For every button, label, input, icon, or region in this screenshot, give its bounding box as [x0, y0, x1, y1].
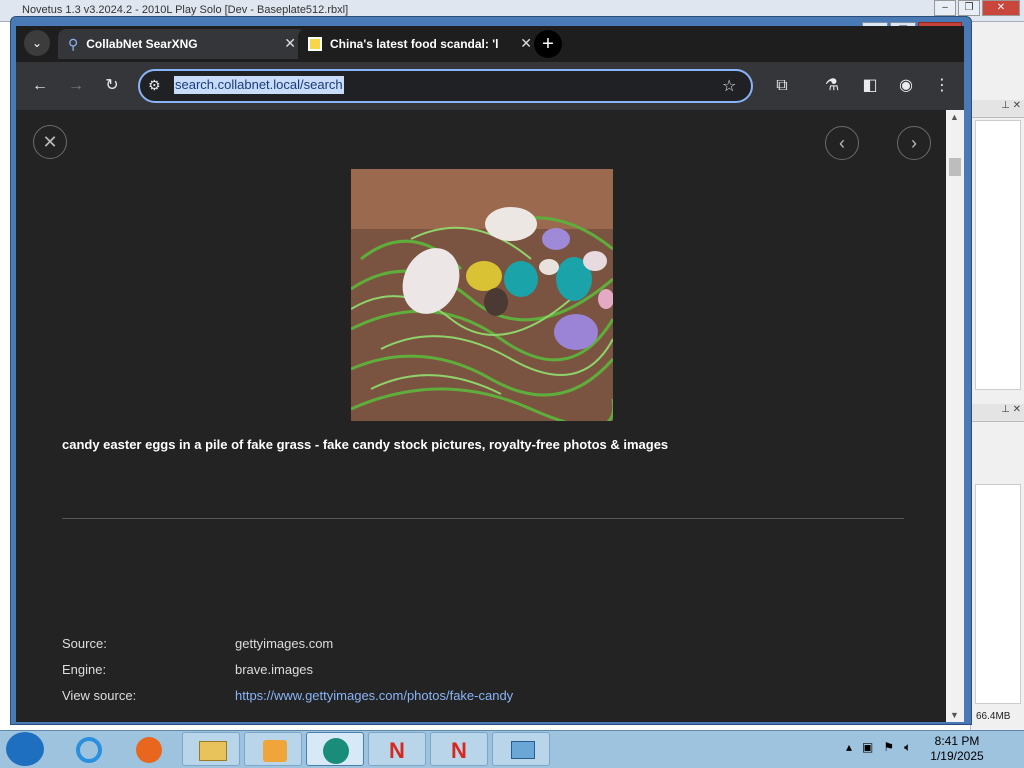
engine-value: brave.images [235, 662, 314, 677]
divider [62, 518, 904, 519]
show-hidden-icons-icon[interactable]: ▴ [846, 740, 852, 755]
bg-restore-button[interactable]: ❐ [958, 0, 980, 16]
start-button-windows-icon[interactable] [6, 732, 44, 766]
system-clock[interactable]: 8:41 PM 1/19/2025 [930, 734, 984, 764]
remote-desktop-icon[interactable] [492, 732, 550, 766]
volume-icon[interactable]: 🔈︎ [904, 740, 911, 755]
pane-content [975, 120, 1021, 390]
novetus-n-icon[interactable]: N [368, 732, 426, 766]
menu-kebab-icon[interactable]: ⋮ [930, 74, 954, 98]
tab-strip: ⚲ CollabNet SearXNG ✕ China's latest foo… [16, 26, 964, 62]
clock-date: 1/19/2025 [930, 749, 984, 763]
labs-flask-icon[interactable]: ⚗ [820, 74, 844, 98]
memory-readout: 66.4MB [976, 711, 1011, 722]
close-viewer-icon[interactable]: ✕ [33, 125, 67, 159]
system-tray: ▴ ▣ ⚑ 🔈︎ [846, 740, 911, 755]
easter-eggs-picture [351, 169, 613, 421]
next-image-icon[interactable]: › [897, 126, 931, 160]
search-icon: ⚲ [68, 35, 79, 52]
network-icon[interactable]: ▣ [862, 740, 873, 755]
tab-close-icon[interactable]: ✕ [284, 35, 296, 52]
file-explorer-folder-icon[interactable] [182, 732, 240, 766]
new-tab-plus-icon[interactable]: + [534, 30, 562, 58]
view-source-link[interactable]: https://www.gettyimages.com/photos/fake-… [235, 688, 513, 703]
forward-arrow-icon[interactable]: → [64, 74, 88, 98]
tab-close-icon[interactable]: ✕ [520, 35, 532, 52]
view-source-label: View source: [62, 688, 137, 703]
firefox-icon[interactable] [122, 732, 174, 766]
source-label: Source: [62, 636, 107, 651]
internet-explorer-icon[interactable] [62, 732, 114, 766]
pane-header: ⊥ ✕ [971, 404, 1024, 422]
novetus-n-icon[interactable]: N [430, 732, 488, 766]
side-panel-icon[interactable]: ◧ [858, 74, 882, 98]
pane-header: ⊥ ✕ [971, 100, 1024, 118]
tab-search-chevron-icon[interactable]: ⌄ [24, 30, 50, 56]
address-input[interactable]: search.collabnet.local/search [174, 76, 344, 94]
pane-content [975, 484, 1021, 704]
favicon-icon [308, 37, 322, 51]
profile-avatar-icon[interactable]: ◉ [894, 74, 918, 98]
tab-collabnet-searxng[interactable]: ⚲ CollabNet SearXNG ✕ [58, 29, 306, 59]
reload-icon[interactable]: ↻ [100, 74, 124, 98]
tab-label: China's latest food scandal: 'le [330, 37, 498, 51]
tab-news-article[interactable]: China's latest food scandal: 'le ✕ [298, 29, 542, 59]
scroll-up-icon[interactable]: ▲ [950, 112, 959, 122]
source-value: gettyimages.com [235, 636, 334, 651]
preview-image[interactable] [351, 169, 613, 421]
scrollbar-thumb[interactable] [949, 158, 961, 176]
bookmark-star-icon[interactable]: ☆ [722, 76, 736, 96]
bg-close-button[interactable]: ✕ [982, 0, 1020, 16]
clock-time: 8:41 PM [934, 734, 980, 748]
page-scrollbar[interactable]: ▲ ▼ [946, 110, 964, 722]
previous-image-icon[interactable]: ‹ [825, 126, 859, 160]
engine-label: Engine: [62, 662, 107, 677]
image-caption: candy easter eggs in a pile of fake gras… [62, 437, 669, 452]
tab-label: CollabNet SearXNG [86, 37, 198, 51]
media-player-icon[interactable] [244, 732, 302, 766]
site-settings-icon[interactable]: ⚙ [148, 77, 161, 94]
bg-minimize-button[interactable]: – [934, 0, 956, 16]
browser-taskbar-button[interactable] [306, 732, 364, 766]
action-center-flag-icon[interactable]: ⚑ [883, 740, 894, 755]
scroll-down-icon[interactable]: ▼ [950, 710, 959, 720]
background-side-panels: ⊥ ✕ ⊥ ✕ [970, 22, 1024, 730]
back-arrow-icon[interactable]: ← [28, 74, 52, 98]
extensions-icon[interactable]: ⧉ [770, 74, 794, 98]
